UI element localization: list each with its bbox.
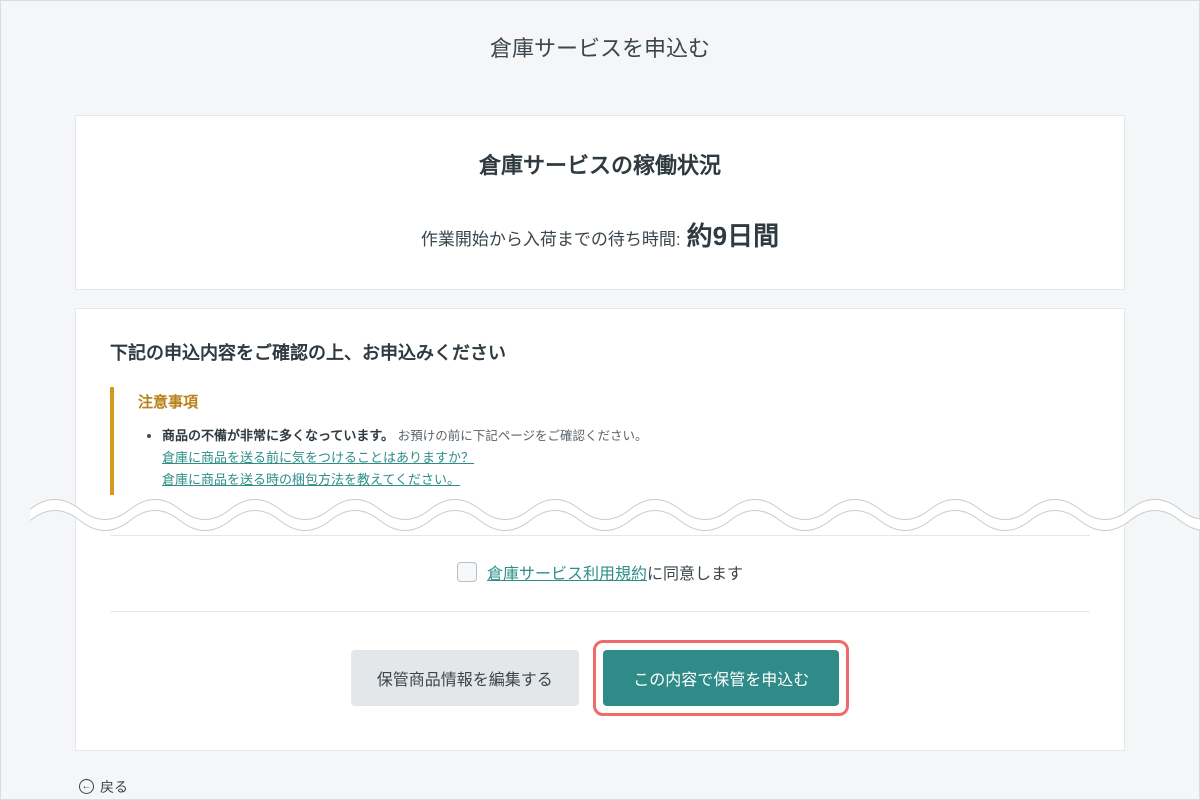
page-title: 倉庫サービスを申込む <box>1 31 1199 63</box>
notice-sub: お預けの前に下記ページをご確認ください。 <box>398 429 648 443</box>
terms-checkbox-label[interactable]: 倉庫サービス利用規約に同意します <box>457 560 743 584</box>
back-link-label: 戻る <box>100 777 128 797</box>
content-truncation-indicator <box>110 485 1090 535</box>
status-wait-line: 作業開始から入荷までの待ち時間: 約9日間 <box>421 216 779 253</box>
back-link[interactable]: ← 戻る <box>79 777 128 797</box>
edit-button[interactable]: 保管商品情報を編集する <box>351 650 579 706</box>
submit-button[interactable]: この内容で保管を申込む <box>603 650 839 706</box>
status-wait-label: 作業開始から入荷までの待ち時間: <box>421 225 681 250</box>
confirm-heading: 下記の申込内容をご確認の上、お申込みください <box>110 339 1090 365</box>
terms-suffix: に同意します <box>647 566 743 583</box>
agreement-section: 倉庫サービス利用規約に同意します <box>110 535 1090 611</box>
status-wait-value: 約9日間 <box>687 216 779 253</box>
submit-button-highlight: この内容で保管を申込む <box>593 640 849 716</box>
wave-icon <box>30 475 1200 535</box>
terms-checkbox[interactable] <box>457 562 477 582</box>
actions-section: 保管商品情報を編集する この内容で保管を申込む <box>110 611 1090 750</box>
notice-title: 注意事項 <box>138 391 1090 412</box>
confirm-card: 下記の申込内容をご確認の上、お申込みください 注意事項 商品の不備が非常に多くな… <box>75 308 1125 751</box>
back-arrow-icon: ← <box>79 779 94 794</box>
status-heading: 倉庫サービスの稼働状況 <box>110 148 1090 180</box>
help-link-precautions[interactable]: 倉庫に商品を送る前に気をつけることはありますか？ <box>162 447 1090 469</box>
status-card: 倉庫サービスの稼働状況 作業開始から入荷までの待ち時間: 約9日間 <box>75 115 1125 290</box>
terms-link[interactable]: 倉庫サービス利用規約 <box>487 566 647 583</box>
notice-lead: 商品の不備が非常に多くなっています。 <box>162 428 394 443</box>
